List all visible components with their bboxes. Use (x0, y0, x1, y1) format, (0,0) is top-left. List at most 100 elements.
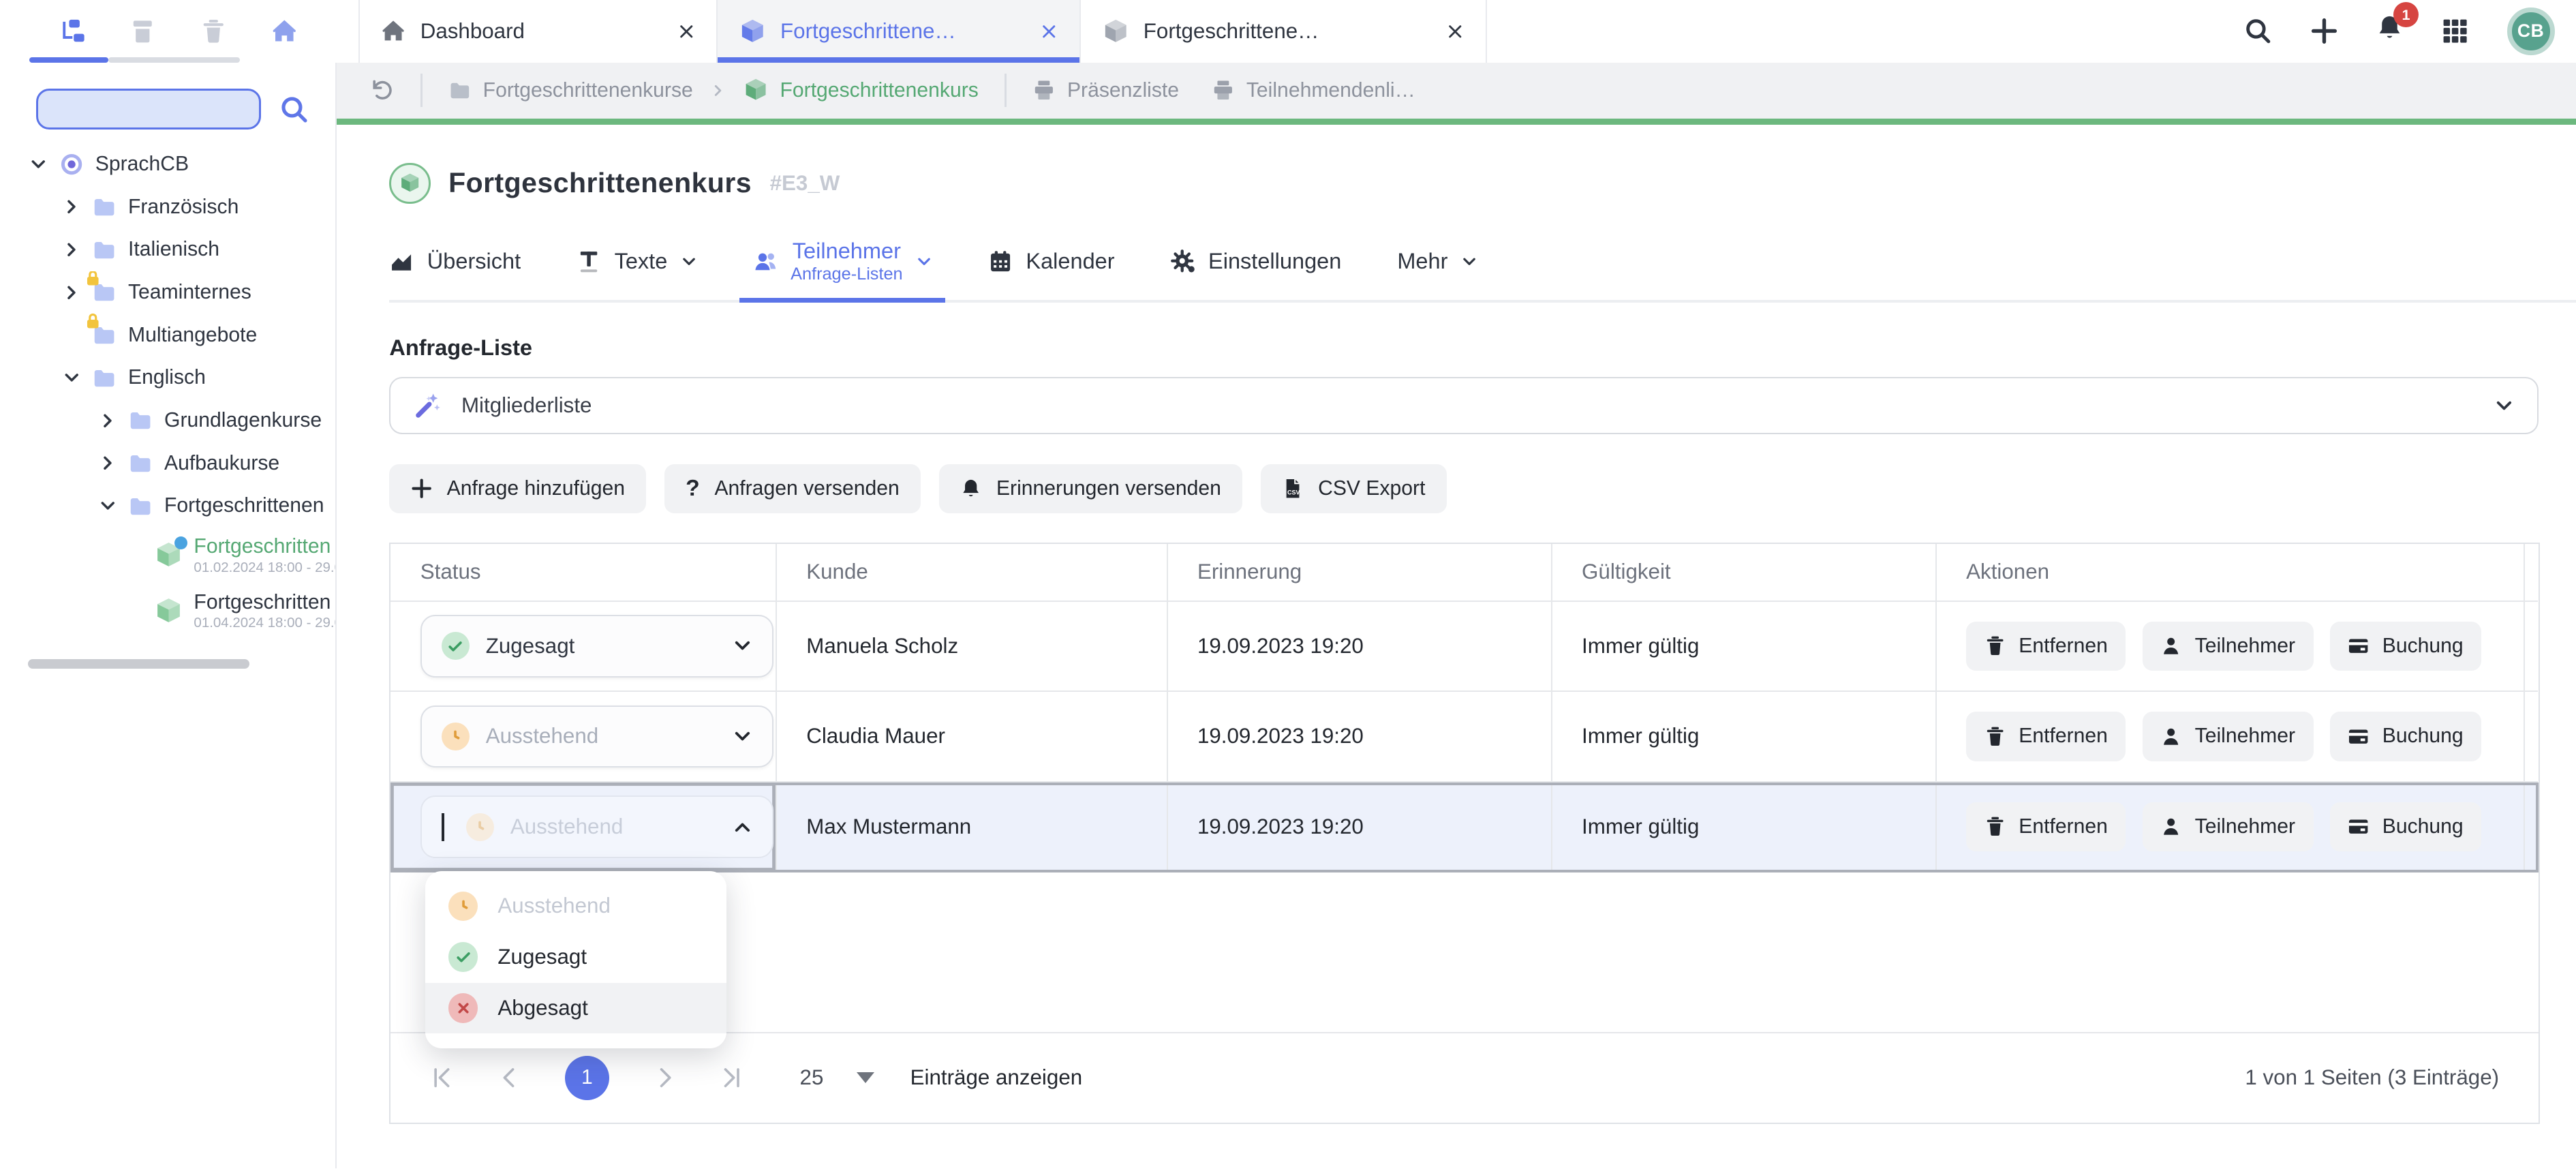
booking-button[interactable]: Buchung (2330, 802, 2482, 851)
tree-item-folder[interactable]: Englisch (0, 356, 335, 399)
cube-icon (739, 18, 766, 45)
button-label: Teilnehmer (2195, 725, 2295, 748)
window-tab-course-1[interactable]: Fortgeschrittene… (718, 0, 1081, 63)
trash-icon (1984, 726, 2006, 747)
avatar[interactable]: CB (2507, 7, 2555, 55)
tree-item-folder[interactable]: Aufbaukurse (0, 442, 335, 485)
tree-item-course[interactable]: Fortgeschritten 01.04.2024 18:00 - 29.0 (0, 583, 335, 639)
search-icon[interactable] (2244, 17, 2272, 45)
tree-item-folder[interactable]: Italienisch (0, 228, 335, 271)
booking-button[interactable]: Buchung (2330, 622, 2482, 671)
tab-texte[interactable]: Texte (577, 224, 697, 300)
chevron-right-icon[interactable] (99, 412, 117, 430)
print-teilnehmendenliste[interactable]: Teilnehmendenli… (1212, 79, 1415, 102)
tree-item-dates: 01.02.2024 18:00 - 29.0 (194, 560, 335, 577)
home-icon[interactable] (271, 18, 298, 45)
window-tab-dashboard[interactable]: Dashboard (358, 0, 718, 63)
chevron-down-icon[interactable] (29, 155, 48, 174)
check-icon (455, 949, 472, 965)
booking-button[interactable]: Buchung (2330, 712, 2482, 761)
participant-button[interactable]: Teilnehmer (2143, 622, 2314, 671)
per-page-select[interactable]: 25 (800, 1065, 874, 1090)
participant-button[interactable]: Teilnehmer (2143, 802, 2314, 851)
folder-icon (448, 80, 472, 101)
status-select[interactable]: Zugesagt (420, 615, 773, 678)
cube-icon (743, 78, 768, 102)
close-icon[interactable] (1040, 22, 1058, 41)
button-label: Entfernen (2019, 635, 2108, 658)
participant-button[interactable]: Teilnehmer (2143, 712, 2314, 761)
tab-mehr[interactable]: Mehr (1397, 224, 1477, 300)
tab-uebersicht[interactable]: Übersicht (389, 224, 521, 300)
csv-export-button[interactable]: CSV Export (1261, 464, 1447, 513)
status-option-abgesagt[interactable]: Abgesagt (425, 983, 726, 1034)
horizontal-scrollbar[interactable] (28, 659, 249, 669)
button-label: Teilnehmer (2195, 635, 2295, 658)
send-requests-button[interactable]: ? Anfragen versenden (664, 464, 921, 513)
tab-teilnehmer[interactable]: Teilnehmer Anfrage-Listen (753, 224, 932, 300)
tree-item-label: Fortgeschritten (194, 534, 335, 559)
chevron-right-icon[interactable] (63, 198, 81, 216)
tree-item-root[interactable]: SprachCB (0, 143, 335, 186)
print-link-label: Teilnehmendenli… (1246, 79, 1415, 102)
column-header-status: Status (390, 544, 777, 601)
search-icon[interactable] (279, 95, 309, 124)
tab-kalender[interactable]: Kalender (988, 224, 1115, 300)
csv-file-icon (1282, 478, 1303, 499)
window-tab-course-2[interactable]: Fortgeschrittene… (1081, 0, 1486, 63)
close-icon[interactable] (677, 22, 696, 41)
tree-item-folder[interactable]: Fortgeschrittenen (0, 485, 335, 528)
apps-grid-icon[interactable] (2441, 17, 2469, 45)
chevron-right-icon[interactable] (63, 284, 81, 302)
page-tabs: Übersicht Texte Teilnehmer Anfrage-Liste… (389, 224, 2576, 303)
status-option-zugesagt[interactable]: Zugesagt (425, 932, 726, 983)
print-praesenzliste[interactable]: Präsenzliste (1032, 79, 1179, 102)
anfrage-liste-select[interactable]: Mitgliederliste (389, 377, 2538, 434)
tab-einstellungen[interactable]: Einstellungen (1171, 224, 1342, 300)
breadcrumb-folder[interactable]: Fortgeschrittenenkurse (448, 79, 693, 102)
current-page-button[interactable]: 1 (565, 1056, 609, 1100)
tree-item-label: Teaminternes (128, 281, 251, 304)
button-label: Erinnerungen versenden (996, 477, 1221, 500)
remove-button[interactable]: Entfernen (1966, 712, 2126, 761)
archive-icon[interactable] (129, 18, 156, 45)
sidebar-search-input[interactable] (36, 89, 261, 130)
first-page-icon[interactable] (430, 1065, 455, 1090)
status-select[interactable]: Ausstehend (420, 705, 773, 768)
status-value: Ausstehend (510, 815, 623, 839)
text-caret (442, 813, 445, 841)
printer-icon (1032, 79, 1056, 102)
status-option-ausstehend[interactable]: Ausstehend (425, 881, 726, 932)
chevron-right-icon[interactable] (63, 241, 81, 259)
tree-item-label: Aufbaukurse (164, 452, 279, 475)
plus-icon[interactable] (2310, 17, 2338, 45)
tree-item-course-selected[interactable]: Fortgeschritten 01.02.2024 18:00 - 29.0 (0, 528, 335, 583)
window-tab-label: Fortgeschrittene… (1144, 19, 1431, 44)
card-icon (2348, 816, 2369, 837)
notifications-button[interactable]: 1 (2376, 14, 2404, 48)
previous-page-icon[interactable] (497, 1065, 522, 1090)
tree-item-folder[interactable]: Grundlagenkurse (0, 399, 335, 442)
tree-item-folder[interactable]: Französisch (0, 185, 335, 228)
remove-button[interactable]: Entfernen (1966, 622, 2126, 671)
chevron-down-icon[interactable] (63, 369, 81, 387)
next-page-icon[interactable] (652, 1065, 677, 1090)
status-select-open[interactable]: Ausstehend (420, 795, 773, 858)
chevron-down-icon[interactable] (99, 497, 117, 515)
tree-view-icon[interactable] (59, 18, 86, 45)
breadcrumb-course[interactable]: Fortgeschrittenenkurs (743, 78, 978, 102)
trash-icon[interactable] (200, 18, 227, 45)
tree-item-folder-locked[interactable]: Multiangebote (0, 314, 335, 356)
table-gutter (2525, 692, 2538, 783)
cube-icon (1103, 18, 1129, 45)
tree-item-folder-locked[interactable]: Teaminternes (0, 271, 335, 314)
undo-icon[interactable] (369, 78, 394, 102)
remove-button[interactable]: Entfernen (1966, 802, 2126, 851)
send-reminders-button[interactable]: Erinnerungen versenden (939, 464, 1243, 513)
selected-list-value: Mitgliederliste (461, 393, 592, 418)
chevron-right-icon[interactable] (99, 454, 117, 472)
add-request-button[interactable]: Anfrage hinzufügen (389, 464, 646, 513)
last-page-icon[interactable] (719, 1065, 743, 1090)
close-icon[interactable] (1446, 22, 1465, 41)
tree-item-label: Fortgeschritten (194, 590, 335, 615)
